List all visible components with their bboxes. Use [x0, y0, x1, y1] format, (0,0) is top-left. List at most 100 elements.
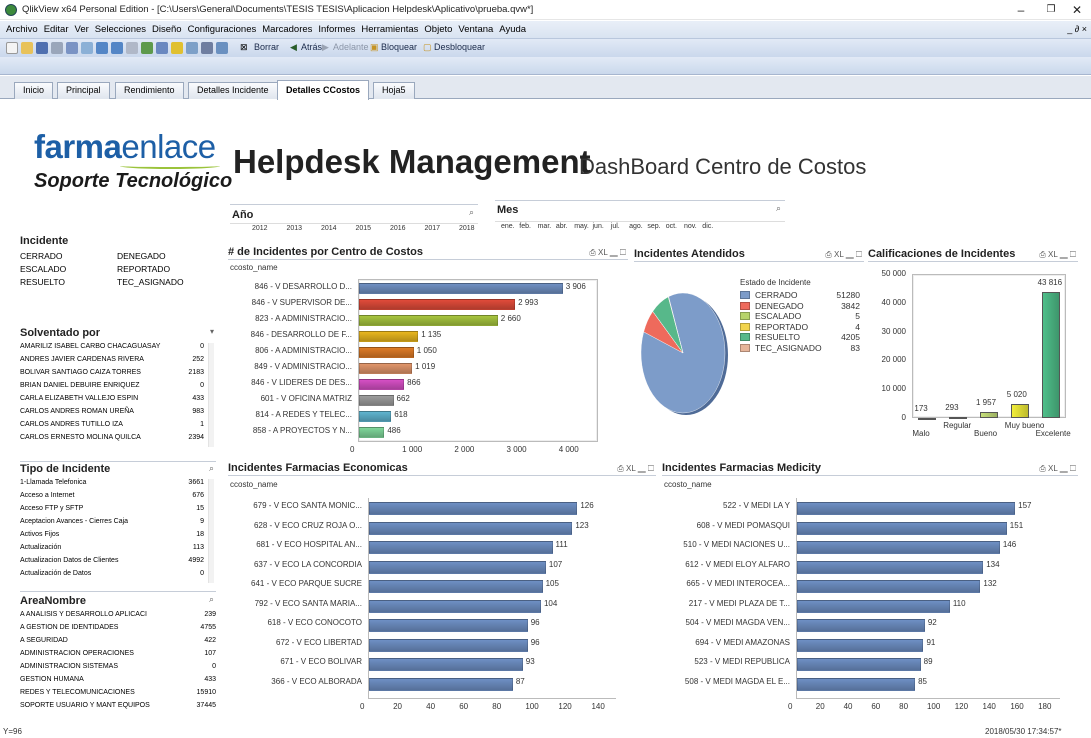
- bar[interactable]: [369, 502, 578, 515]
- tab-rendimiento[interactable]: Rendimiento: [115, 82, 184, 99]
- mes-item[interactable]: jul.: [611, 223, 620, 230]
- tab-principal[interactable]: Principal: [57, 82, 110, 99]
- chart-controls-icon[interactable]: ⎙ XL ▁ ☐: [1039, 464, 1076, 474]
- atras-button[interactable]: Atrás: [301, 42, 322, 52]
- bar[interactable]: [359, 315, 498, 326]
- incidente-item[interactable]: CERRADO: [20, 251, 63, 261]
- incidente-item[interactable]: ESCALADO: [20, 264, 66, 274]
- solventado-dropdown-icon[interactable]: ▾: [210, 327, 214, 336]
- bar[interactable]: [797, 560, 984, 574]
- menu-item-2[interactable]: Ver: [75, 24, 89, 35]
- bloquear-button[interactable]: Bloquear: [381, 42, 417, 52]
- restore-icon[interactable]: _ ∂ ×: [1067, 24, 1087, 34]
- properties-icon[interactable]: [186, 42, 198, 54]
- menu-item-5[interactable]: Configuraciones: [188, 24, 257, 35]
- mes-item[interactable]: oct.: [666, 223, 677, 230]
- undo-icon[interactable]: [96, 42, 108, 54]
- bar[interactable]: [1010, 403, 1029, 418]
- bar[interactable]: [359, 411, 392, 422]
- bar[interactable]: [369, 521, 573, 535]
- users-icon[interactable]: [156, 42, 168, 54]
- tab-inicio[interactable]: Inicio: [14, 82, 54, 99]
- menu-item-3[interactable]: Selecciones: [95, 24, 146, 35]
- print-icon[interactable]: [51, 42, 63, 54]
- bar[interactable]: [369, 580, 543, 593]
- tab-detalles-incidente[interactable]: Detalles Incidente: [188, 82, 278, 99]
- bar[interactable]: [797, 677, 916, 691]
- chart-controls-icon[interactable]: ⎙ XL ▁ ☐: [589, 248, 626, 258]
- tab-hoja5[interactable]: Hoja5: [373, 82, 415, 99]
- menu-item-7[interactable]: Informes: [318, 24, 355, 35]
- bar[interactable]: [359, 363, 413, 374]
- borrar-button[interactable]: Borrar: [254, 42, 279, 52]
- anio-item[interactable]: 2014: [321, 225, 337, 232]
- redo-icon[interactable]: [111, 42, 123, 54]
- bar[interactable]: [797, 638, 924, 652]
- reload-icon[interactable]: [141, 42, 153, 54]
- mes-item[interactable]: feb.: [519, 223, 531, 230]
- menu-item-4[interactable]: Diseño: [152, 24, 182, 35]
- bar[interactable]: [949, 417, 968, 420]
- mes-item[interactable]: ene.: [501, 223, 515, 230]
- bar[interactable]: [797, 658, 921, 671]
- script-icon[interactable]: [201, 42, 213, 54]
- mes-item[interactable]: sep.: [647, 223, 660, 230]
- bar[interactable]: [918, 417, 937, 420]
- incidente-item[interactable]: TEC_ASIGNADO: [117, 277, 184, 287]
- edit-icon[interactable]: [81, 42, 93, 54]
- anio-item[interactable]: 2016: [390, 225, 406, 232]
- anio-item[interactable]: 2015: [356, 225, 372, 232]
- bar[interactable]: [369, 541, 553, 554]
- mes-item[interactable]: nov.: [684, 223, 697, 230]
- bar[interactable]: [359, 283, 563, 294]
- mes-search-icon[interactable]: ⌕: [776, 203, 781, 214]
- bar[interactable]: [980, 412, 998, 418]
- mes-item[interactable]: may.: [574, 223, 589, 230]
- close-button[interactable]: ✕: [1066, 2, 1088, 18]
- bar[interactable]: [369, 599, 541, 613]
- incidente-item[interactable]: REPORTADO: [117, 264, 170, 274]
- anio-search-icon[interactable]: ⌕: [469, 207, 474, 218]
- anio-item[interactable]: 2018: [459, 225, 475, 232]
- incidente-item[interactable]: RESUELTO: [20, 277, 65, 287]
- mes-item[interactable]: dic.: [702, 223, 713, 230]
- menu-item-1[interactable]: Editar: [44, 24, 69, 35]
- mes-item[interactable]: abr.: [556, 223, 568, 230]
- menu-item-6[interactable]: Marcadores: [262, 24, 312, 35]
- maximize-button[interactable]: ❐: [1040, 2, 1062, 18]
- menu-item-10[interactable]: Ventana: [458, 24, 493, 35]
- mes-item[interactable]: mar.: [538, 223, 552, 230]
- chart-controls-icon[interactable]: ⎙ XL ▁ ☐: [617, 464, 654, 474]
- print-pdf-icon[interactable]: [66, 42, 78, 54]
- adelante-button[interactable]: Adelante: [333, 42, 369, 52]
- menu-item-11[interactable]: Ayuda: [499, 24, 526, 35]
- chart-controls-icon[interactable]: ⎙ XL ▁ ☐: [825, 250, 862, 260]
- bar[interactable]: [359, 331, 419, 342]
- menu-item-0[interactable]: Archivo: [6, 24, 38, 35]
- bar[interactable]: [797, 541, 1000, 554]
- bar[interactable]: [797, 502, 1016, 515]
- tipo-scrollbar[interactable]: [208, 479, 214, 583]
- bar[interactable]: [797, 521, 1007, 535]
- bar[interactable]: [359, 299, 516, 310]
- anio-item[interactable]: 2012: [252, 225, 268, 232]
- bar[interactable]: [369, 560, 546, 574]
- area-search-icon[interactable]: ⌕: [209, 594, 214, 605]
- minimize-button[interactable]: –: [1010, 2, 1032, 18]
- bar[interactable]: [359, 395, 394, 406]
- bar[interactable]: [369, 658, 523, 671]
- bookmark-star-icon[interactable]: [171, 42, 183, 54]
- bar[interactable]: [797, 580, 981, 593]
- bar[interactable]: [797, 619, 925, 632]
- help-icon[interactable]: [216, 42, 228, 54]
- search-icon[interactable]: [126, 42, 138, 54]
- bar[interactable]: [1041, 291, 1060, 418]
- mes-item[interactable]: ago.: [629, 223, 643, 230]
- bar[interactable]: [369, 619, 528, 632]
- bar[interactable]: [359, 427, 385, 438]
- desbloquear-button[interactable]: Desbloquear: [434, 42, 485, 52]
- chart-controls-icon[interactable]: ⎙ XL ▁ ☐: [1039, 250, 1076, 260]
- bar[interactable]: [359, 347, 414, 358]
- menu-item-9[interactable]: Objeto: [424, 24, 452, 35]
- save-icon[interactable]: [36, 42, 48, 54]
